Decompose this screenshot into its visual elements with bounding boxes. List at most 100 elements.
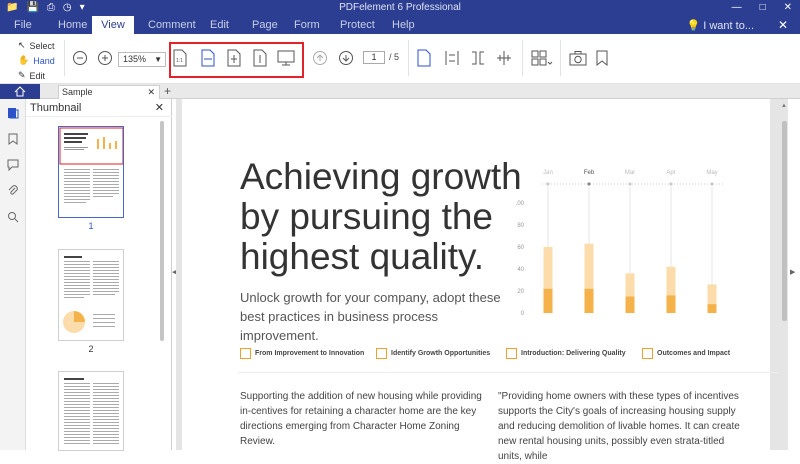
thumbnail-panel-icon[interactable] <box>7 107 19 119</box>
x-category-label: Apr <box>666 170 675 176</box>
tag-icon <box>376 348 387 359</box>
select-mode[interactable]: ↖ Select <box>18 38 55 53</box>
headline-line-3: highest quality. <box>240 236 485 277</box>
zoom-out-icon <box>73 51 87 65</box>
menu-page[interactable]: Page <box>252 19 278 31</box>
separator <box>560 40 561 76</box>
document-viewer[interactable]: Achieving growth by pursuing the highest… <box>176 99 788 462</box>
bookmark-icon <box>596 50 608 66</box>
split-view-icon <box>497 51 511 65</box>
edit-icon: ✎ <box>18 70 26 80</box>
y-tick-label: 20 <box>517 289 524 295</box>
x-category-label: Feb <box>584 170 595 176</box>
page-total: / 5 <box>389 52 400 62</box>
page-thumbnail-2[interactable] <box>58 249 124 341</box>
menu-form[interactable]: Form <box>294 19 320 31</box>
section-tag-label: Introduction: Delivering Quality <box>521 350 626 357</box>
close-tab-icon[interactable]: ✕ <box>147 86 155 98</box>
headline-line-2: by pursuing the <box>240 196 494 237</box>
zoom-in-button[interactable] <box>93 46 117 70</box>
headline-line-1: Achieving growth <box>240 156 522 197</box>
two-page-icon <box>472 51 484 65</box>
scrollbar-thumb[interactable] <box>782 121 787 321</box>
category-marker <box>710 182 714 186</box>
x-category-label: Mar <box>625 170 635 176</box>
tag-icon <box>642 348 653 359</box>
snapshot-button[interactable] <box>566 46 590 70</box>
scroll-up-icon[interactable]: ▲ <box>781 103 787 109</box>
menu-protect[interactable]: Protect <box>340 19 375 31</box>
document-scrollbar[interactable]: ▲ <box>781 101 788 450</box>
menu-edit[interactable]: Edit <box>210 19 229 31</box>
close-window-icon[interactable]: ✕ <box>784 2 792 13</box>
menu-file[interactable]: File <box>14 19 32 31</box>
page-thumbnail-3[interactable] <box>58 371 124 451</box>
menu-comment[interactable]: Comment <box>148 19 196 31</box>
section-tag: Introduction: Delivering Quality <box>506 348 626 359</box>
page-1-preview <box>59 127 124 203</box>
thumbnail-panel: Thumbnail ✕ 1 2 <box>26 99 172 451</box>
chevron-down-icon: ▼ <box>154 55 162 64</box>
two-page-button[interactable] <box>466 46 490 70</box>
i-want-to-search[interactable]: 💡 I want to... <box>686 19 754 32</box>
hand-mode[interactable]: ✋ Hand <box>18 53 55 68</box>
page-3-preview <box>64 378 119 444</box>
arrow-down-icon <box>339 51 353 65</box>
comment-panel-icon[interactable] <box>7 159 19 171</box>
document-tab[interactable]: Sample Documen...nded ✕ <box>58 85 160 109</box>
two-page-continuous-button[interactable] <box>492 46 516 70</box>
continuous-icon <box>445 51 459 65</box>
category-marker <box>669 182 673 186</box>
page-thumbnail-1[interactable] <box>58 126 124 218</box>
collapse-right-icon[interactable]: ▶ <box>790 268 795 276</box>
bookmark-button[interactable] <box>590 46 614 70</box>
next-page-button[interactable] <box>334 46 358 70</box>
document-page: Achieving growth by pursuing the highest… <box>182 99 778 462</box>
view-toolbar: ↖ Select ✋ Hand ✎ Edit 135% ▼ 1:1 <box>0 34 800 84</box>
bar-segment <box>543 288 553 313</box>
tag-icon <box>506 348 517 359</box>
mode-switcher: ↖ Select ✋ Hand ✎ Edit <box>18 38 55 83</box>
search-icon[interactable] <box>7 211 19 223</box>
previous-page-button[interactable] <box>308 46 332 70</box>
category-marker <box>587 182 591 186</box>
title-bar: 📁 💾 ⎙ ◷ ▾ PDFelement 6 Professional — □ … <box>0 0 800 16</box>
page-layout-button[interactable] <box>530 46 554 70</box>
arrow-up-icon <box>313 51 327 65</box>
section-tag: Outcomes and Impact <box>642 348 730 359</box>
separator <box>408 40 409 76</box>
menu-view[interactable]: View <box>92 16 134 34</box>
page-number-input[interactable]: 1 <box>363 51 385 64</box>
document-subheading: Unlock growth for your company, adopt th… <box>240 290 501 343</box>
camera-icon <box>569 51 587 66</box>
continuous-button[interactable] <box>440 46 464 70</box>
maximize-icon[interactable]: □ <box>760 2 766 13</box>
zoom-value: 135% <box>123 54 147 64</box>
hand-mode-label: Hand <box>33 55 55 66</box>
zoom-out-button[interactable] <box>68 46 92 70</box>
bookmark-panel-icon[interactable] <box>7 133 19 145</box>
thumbnail-scrollbar[interactable] <box>160 121 164 341</box>
zoom-select[interactable]: 135% ▼ <box>118 52 166 67</box>
bar-segment <box>666 295 676 313</box>
menu-home[interactable]: Home <box>58 19 87 31</box>
y-tick-label: 0 <box>521 311 525 317</box>
edit-mode[interactable]: ✎ Edit <box>18 68 55 83</box>
single-page-button[interactable] <box>412 46 436 70</box>
section-tag-label: From Improvement to Innovation <box>255 350 365 357</box>
attachment-icon[interactable] <box>7 185 19 197</box>
minimize-icon[interactable]: — <box>732 2 742 13</box>
close-ribbon-icon[interactable]: ✕ <box>778 18 788 32</box>
home-icon <box>14 86 26 97</box>
x-category-label: Jan <box>543 170 553 176</box>
separator <box>522 40 523 76</box>
body-paragraph-right: "Providing home owners with these types … <box>498 391 740 462</box>
bar-chart: 100 80 60 40 20 0 Jan Feb Mar Apr May <box>516 170 724 317</box>
home-tab[interactable] <box>0 84 40 99</box>
close-panel-icon[interactable]: ✕ <box>155 101 164 114</box>
section-tag-label: Identify Growth Opportunities <box>391 350 491 357</box>
menu-bar: File Home View Comment Edit Page Form Pr… <box>0 16 800 34</box>
menu-help[interactable]: Help <box>392 19 415 31</box>
category-marker <box>628 182 632 186</box>
add-tab-button[interactable]: + <box>164 84 171 98</box>
